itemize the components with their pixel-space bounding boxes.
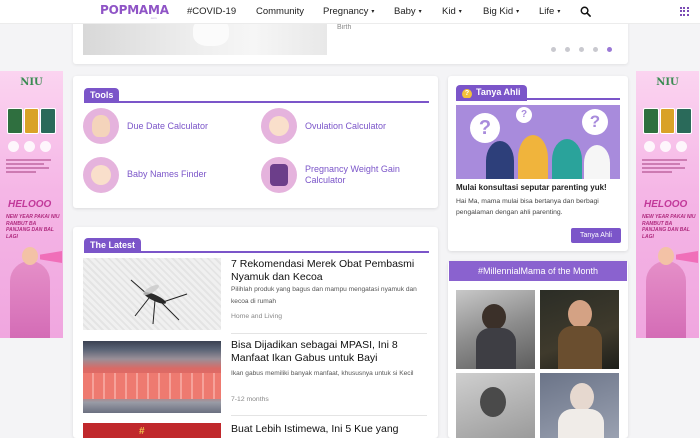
mosquito-icon xyxy=(130,279,188,325)
nav-label: Community xyxy=(256,6,305,17)
the-latest-card: The Latest 7 Rekomendasi Merek Obat Pemb… xyxy=(73,227,438,438)
article-thumbnail[interactable]: # xyxy=(83,423,221,438)
ad-headline: HELOOO xyxy=(644,199,688,210)
article-description: Ikan gabus memiliki banyak manfaat, khus… xyxy=(231,370,414,377)
millennial-mama-card: #MillennialMama of the Month xyxy=(448,261,628,438)
ad-products xyxy=(643,108,693,134)
ovum-icon xyxy=(261,108,297,144)
ad-badges xyxy=(8,141,51,152)
ad-fine-print xyxy=(6,159,56,179)
ad-brand: NIU xyxy=(20,77,43,88)
nav-label: Big Kid xyxy=(483,6,514,17)
chevron-down-icon: ▾ xyxy=(458,9,462,15)
millennial-mama-heading: #MillennialMama of the Month xyxy=(449,261,627,281)
tools-card: Tools Due Date Calculator Ovulation Calc… xyxy=(73,76,438,208)
tool-label: Pregnancy Weight Gain Calculator xyxy=(305,164,400,185)
apps-menu-icon[interactable] xyxy=(680,7,689,16)
millennial-mama-photo[interactable] xyxy=(540,290,619,369)
nav-label: Kid xyxy=(442,6,456,17)
article-divider xyxy=(231,333,427,334)
tool-label: Ovulation Calculator xyxy=(305,121,387,131)
search-icon[interactable] xyxy=(580,6,591,17)
article-category[interactable]: Home and Living xyxy=(231,313,282,320)
slider-dot[interactable] xyxy=(579,47,584,52)
ad-model xyxy=(646,247,686,338)
millennial-mama-photo[interactable] xyxy=(456,290,535,369)
slider-dot[interactable] xyxy=(551,47,556,52)
article-title[interactable]: Buat Lebih Istimewa, Ini 5 Kue yang xyxy=(231,423,431,436)
nav-kid[interactable]: Kid ▾ xyxy=(442,6,462,17)
baby-icon xyxy=(83,157,119,193)
nav-big-kid[interactable]: Big Kid ▾ xyxy=(483,6,519,17)
ad-badges xyxy=(644,141,687,152)
weighing-scale-icon xyxy=(261,157,297,193)
slider-dot[interactable] xyxy=(565,47,570,52)
megaphone-icon xyxy=(676,251,698,263)
nav-life[interactable]: Life ▾ xyxy=(539,6,560,17)
slider-pagination xyxy=(551,47,612,52)
ad-brand: NIU xyxy=(656,77,679,88)
ad-promo: NEW YEAR PAKAI NIU RAMBUT BA PANJANG DAN… xyxy=(6,214,60,240)
latest-heading: The Latest xyxy=(84,238,142,252)
article-divider xyxy=(231,415,427,416)
article-thumbnail[interactable] xyxy=(83,258,221,330)
millennial-mama-photo[interactable] xyxy=(540,373,619,438)
nav-label: #COVID-19 xyxy=(187,6,237,17)
pregnant-woman-icon xyxy=(83,108,119,144)
tool-label: Due Date Calculator xyxy=(127,121,209,131)
chevron-down-icon: ▾ xyxy=(371,9,375,15)
nav-pregnancy[interactable]: Pregnancy ▾ xyxy=(323,6,374,17)
article-title[interactable]: Bisa Dijadikan sebagai MPASI, Ini 8 Manf… xyxy=(231,339,431,364)
ad-products xyxy=(7,108,57,134)
article-description: Pilihlah produk yang bagus dan mampu men… xyxy=(231,286,417,305)
ad-headline: HELOOO xyxy=(8,199,52,210)
parenting-experts-illustration: ? ? ? xyxy=(456,105,620,179)
millennial-mama-photo[interactable] xyxy=(456,373,535,438)
ad-promo: NEW YEAR PAKAI NIU RAMBUT BA PANJANG DAN… xyxy=(642,214,696,240)
left-side-ad[interactable]: NIU HELOOO NEW YEAR PAKAI NIU RAMBUT BA … xyxy=(0,71,63,338)
ad-fine-print xyxy=(642,159,692,179)
slider-dot-active[interactable] xyxy=(607,47,612,52)
article-thumbnail[interactable] xyxy=(83,341,221,413)
slider-dot[interactable] xyxy=(593,47,598,52)
article-title[interactable]: 7 Rekomendasi Merek Obat Pembasmi Nyamuk… xyxy=(231,258,431,283)
tanya-headline: Mulai konsultasi seputar parenting yuk! xyxy=(456,183,607,192)
section-divider xyxy=(84,251,429,253)
site-header: POPMAMA .com #COVID-19 Community Pregnan… xyxy=(0,0,700,24)
tanya-ahli-card: ? Tanya Ahli ? ? ? Mulai konsultasi seput… xyxy=(448,76,628,251)
article-category[interactable]: 7-12 months xyxy=(231,396,269,403)
tools-heading: Tools xyxy=(84,88,120,102)
ad-model xyxy=(10,247,50,338)
popmama-logo[interactable]: POPMAMA xyxy=(100,3,169,17)
nav-label: Pregnancy xyxy=(323,6,369,17)
megaphone-icon xyxy=(40,251,62,263)
section-divider xyxy=(84,101,429,103)
nav-label: Life xyxy=(539,6,555,17)
nav-baby[interactable]: Baby ▾ xyxy=(394,6,422,17)
section-divider xyxy=(456,98,620,100)
tool-label: Baby Names Finder xyxy=(127,169,207,179)
nav-label: Baby xyxy=(394,6,416,17)
chevron-down-icon: ▾ xyxy=(516,9,520,15)
slide-caption[interactable]: Birth xyxy=(337,24,351,31)
tanya-description: Hai Ma, mama mulai bisa bertanya dan ber… xyxy=(456,198,599,216)
right-side-ad[interactable]: NIU HELOOO NEW YEAR PAKAI NIU RAMBUT BA … xyxy=(636,71,699,338)
chevron-down-icon: ▾ xyxy=(557,9,561,15)
tanya-ahli-button[interactable]: Tanya Ahli xyxy=(571,228,621,243)
chevron-down-icon: ▾ xyxy=(418,9,422,15)
nav-covid[interactable]: #COVID-19 xyxy=(187,6,236,17)
logo-domain: .com xyxy=(150,16,157,20)
nav-community[interactable]: Community xyxy=(256,6,304,17)
tanya-heading-text: Tanya Ahli xyxy=(476,87,521,97)
